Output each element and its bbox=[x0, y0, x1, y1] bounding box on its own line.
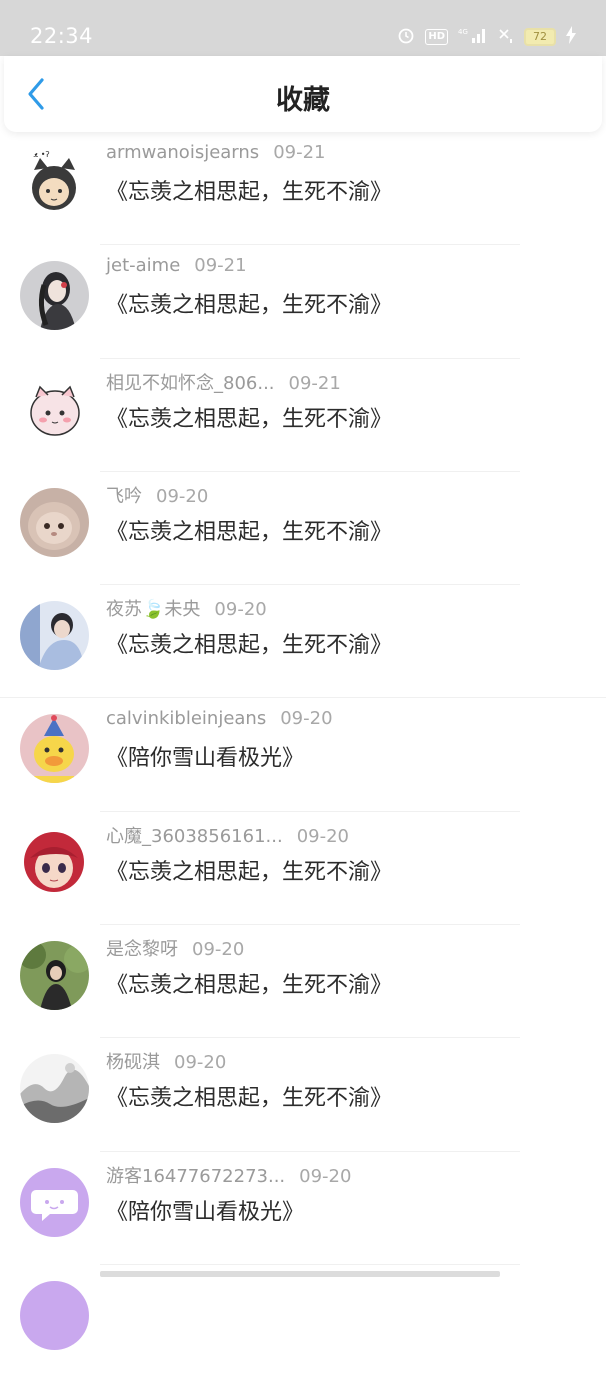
app-header: 收藏 bbox=[4, 56, 602, 132]
story-title: 《忘羡之相思起，生死不渝》 bbox=[106, 859, 393, 885]
girl-photo-avatar bbox=[20, 261, 89, 331]
list-item[interactable]: 游客16477672273... 09-20 《陪你雪山看极光》 bbox=[0, 1152, 606, 1265]
story-title: 《忘羡之相思起，生死不渝》 bbox=[106, 973, 393, 999]
username: 游客16477672273... bbox=[106, 1165, 286, 1187]
item-meta: 心魔_3603856161... 09-20 bbox=[106, 822, 349, 848]
date: 09-20 bbox=[296, 825, 349, 847]
hd-badge: HD bbox=[425, 29, 448, 45]
username: 是念黎呀 bbox=[106, 939, 178, 961]
list-item[interactable]: 夜苏🍃未央 09-20 《忘羡之相思起，生死不渝》 bbox=[0, 585, 606, 699]
username: armwanoisjearns bbox=[106, 142, 260, 163]
alarm-icon bbox=[397, 26, 415, 48]
story-title: 《陪你雪山看极光》 bbox=[106, 1199, 305, 1225]
boy-photo-avatar bbox=[20, 601, 89, 671]
battery-level: 72 bbox=[524, 28, 556, 46]
date: 09-21 bbox=[288, 372, 341, 394]
story-title: 《陪你雪山看极光》 bbox=[106, 746, 305, 772]
username: 心魔_3603856161... bbox=[106, 825, 283, 847]
status-bar: 22:34 HD 4G 72 bbox=[0, 0, 606, 56]
story-title: 《忘羡之相思起，生死不渝》 bbox=[106, 180, 393, 205]
date: 09-21 bbox=[273, 142, 326, 163]
username: jet-aime bbox=[106, 255, 181, 277]
cartoon-avatar bbox=[20, 374, 89, 444]
list-item-partial[interactable] bbox=[0, 1265, 606, 1378]
wifi-off-icon bbox=[498, 26, 514, 48]
date: 09-20 bbox=[280, 708, 333, 730]
status-icons: HD 4G 72 bbox=[397, 26, 576, 48]
list-item[interactable]: 是念黎呀 09-20 《忘羡之相思起，生死不渝》 bbox=[0, 925, 606, 1039]
list-item[interactable]: ʕ• ᴥ •ʔ armwanoisjearns 09-21 《忘羡之相思起，生死不… bbox=[0, 132, 606, 246]
item-meta: armwanoisjearns 09-21 bbox=[106, 142, 326, 163]
username: calvinkibleinjeans bbox=[106, 708, 267, 730]
list-item[interactable]: 飞吟 09-20 《忘羡之相思起，生死不渝》 bbox=[0, 472, 606, 586]
list-item[interactable]: 相见不如怀念_806... 09-21 《忘羡之相思起，生死不渝》 bbox=[0, 359, 606, 472]
network-type-label: 4G bbox=[458, 28, 468, 36]
cat-avatar: ʕ• ᴥ •ʔ bbox=[20, 148, 89, 217]
story-title: 《忘羡之相思起，生死不渝》 bbox=[106, 519, 393, 545]
item-meta: 杨砚淇 09-20 bbox=[106, 1048, 226, 1074]
date: 09-20 bbox=[174, 1052, 227, 1074]
item-meta: 相见不如怀念_806... 09-21 bbox=[106, 369, 341, 395]
guest-chat-avatar bbox=[20, 1167, 89, 1237]
forest-avatar bbox=[20, 941, 89, 1011]
username: 相见不如怀念_806... bbox=[106, 372, 275, 394]
charging-icon bbox=[566, 26, 576, 48]
status-time: 22:34 bbox=[30, 24, 94, 48]
item-meta: calvinkibleinjeans 09-20 bbox=[106, 708, 333, 729]
item-meta: jet-aime 09-21 bbox=[106, 255, 247, 276]
list-item[interactable]: 杨砚淇 09-20 《忘羡之相思起，生死不渝》 bbox=[0, 1038, 606, 1152]
story-title: 《忘羡之相思起，生死不渝》 bbox=[106, 406, 393, 432]
item-meta: 夜苏🍃未央 09-20 bbox=[106, 595, 267, 621]
date: 09-20 bbox=[192, 939, 245, 961]
kitten-avatar bbox=[20, 487, 89, 557]
date: 09-20 bbox=[214, 599, 267, 621]
item-meta: 是念黎呀 09-20 bbox=[106, 935, 244, 961]
favorites-list: ʕ• ᴥ •ʔ armwanoisjearns 09-21 《忘羡之相思起，生死不… bbox=[0, 132, 606, 1378]
username: 杨砚淇 bbox=[106, 1052, 160, 1074]
list-item[interactable]: jet-aime 09-21 《忘羡之相思起，生死不渝》 bbox=[0, 245, 606, 359]
date: 09-21 bbox=[194, 255, 247, 277]
username: 飞吟 bbox=[106, 485, 142, 507]
story-title: 《忘羡之相思起，生死不渝》 bbox=[106, 1086, 393, 1112]
svg-text:ʕ• ᴥ •ʔ: ʕ• ᴥ •ʔ bbox=[22, 150, 50, 159]
date: 09-20 bbox=[156, 485, 209, 507]
item-meta: 游客16477672273... 09-20 bbox=[106, 1162, 351, 1188]
duck-avatar bbox=[20, 714, 89, 784]
partial-meta-placeholder bbox=[100, 1270, 500, 1277]
ink-landscape-avatar bbox=[20, 1054, 89, 1124]
anime-girl-avatar bbox=[20, 827, 89, 897]
item-meta: 飞吟 09-20 bbox=[106, 482, 208, 508]
partial-avatar bbox=[20, 1280, 89, 1350]
signal-icon: 4G bbox=[458, 26, 488, 48]
list-item[interactable]: calvinkibleinjeans 09-20 《陪你雪山看极光》 bbox=[0, 698, 606, 812]
username: 夜苏🍃未央 bbox=[106, 599, 201, 621]
page-title: 收藏 bbox=[276, 85, 330, 116]
date: 09-20 bbox=[299, 1165, 352, 1187]
story-title: 《忘羡之相思起，生死不渝》 bbox=[106, 633, 393, 659]
story-title: 《忘羡之相思起，生死不渝》 bbox=[106, 293, 393, 319]
list-item[interactable]: 心魔_3603856161... 09-20 《忘羡之相思起，生死不渝》 bbox=[0, 812, 606, 926]
